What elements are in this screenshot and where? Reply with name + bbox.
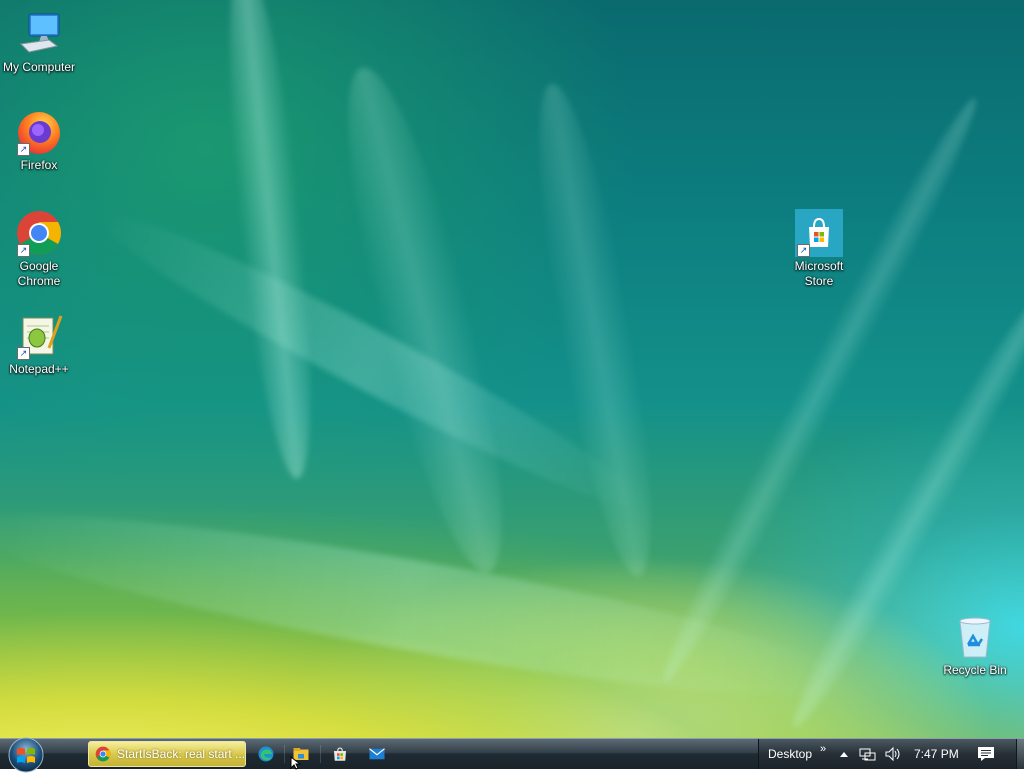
- taskbar-button-label: StartIsBack: real start ...: [117, 747, 245, 761]
- desktop-icon-label: Firefox: [20, 158, 58, 172]
- action-center-button[interactable]: [977, 739, 995, 769]
- shortcut-arrow-icon: ↗: [17, 143, 30, 156]
- desktop-icon-label: Recycle Bin: [943, 663, 1007, 677]
- store-icon: [334, 747, 346, 761]
- notification-icon: [978, 747, 994, 761]
- clock-time: 7:47 PM: [914, 747, 959, 761]
- computer-icon: [15, 10, 63, 58]
- store-icon: ↗: [795, 209, 843, 257]
- wallpaper-streak: [647, 89, 993, 691]
- recycle-bin-icon: [951, 613, 999, 661]
- desktop-icon-label: Microsoft Store: [794, 259, 844, 288]
- edge-icon: [258, 746, 274, 762]
- shortcut-arrow-icon: ↗: [17, 244, 30, 257]
- desktop[interactable]: My Computer ↗ Firefox ↗ Google Chrome ↗ …: [0, 0, 1024, 738]
- show-desktop-button[interactable]: [1016, 739, 1024, 769]
- volume-icon: [885, 746, 900, 762]
- desktop-icon-my-computer[interactable]: My Computer: [0, 10, 78, 75]
- pinned-store[interactable]: [328, 743, 352, 765]
- mail-icon: [369, 748, 385, 760]
- pinned-mail[interactable]: [365, 743, 389, 765]
- desktop-toolbar[interactable]: Desktop »: [768, 739, 826, 769]
- network-tray-button[interactable]: [859, 739, 877, 769]
- chrome-icon: [95, 746, 111, 762]
- show-hidden-icons-button[interactable]: [839, 739, 849, 769]
- system-tray: Desktop » 7:47 PM: [758, 739, 1024, 769]
- wallpaper-streak: [212, 0, 328, 482]
- desktop-icon-label: Google Chrome: [17, 259, 61, 288]
- volume-tray-button[interactable]: [884, 739, 902, 769]
- desktop-icon-recycle-bin[interactable]: Recycle Bin: [936, 613, 1014, 678]
- taskbar-separator: [320, 745, 321, 763]
- pinned-edge[interactable]: [254, 743, 278, 765]
- notepadpp-icon: ↗: [15, 312, 63, 360]
- desktop-icon-label: My Computer: [2, 60, 76, 74]
- toolbar-chevron-icon: »: [820, 743, 827, 755]
- taskbar-button-chrome[interactable]: StartIsBack: real start ...: [88, 741, 246, 767]
- desktop-icon-label: Notepad++: [9, 362, 69, 376]
- start-button[interactable]: [6, 735, 46, 773]
- desktop-icon-microsoft-store[interactable]: ↗ Microsoft Store: [780, 209, 858, 289]
- firefox-icon: ↗: [15, 108, 63, 156]
- wallpaper-streak: [517, 77, 673, 583]
- taskbar-separator: [284, 745, 285, 763]
- desktop-icon-notepadpp[interactable]: ↗ Notepad++: [0, 312, 78, 377]
- desktop-icon-firefox[interactable]: ↗ Firefox: [0, 108, 78, 173]
- chevron-up-icon: [840, 752, 848, 757]
- desktop-icon-google-chrome[interactable]: ↗ Google Chrome: [0, 209, 78, 289]
- taskbar: StartIsBack: real start ... Desktop » 7:…: [0, 737, 1024, 773]
- desktop-toolbar-label: Desktop: [768, 747, 813, 761]
- shortcut-arrow-icon: ↗: [797, 244, 810, 257]
- start-orb-icon: [8, 737, 44, 773]
- shortcut-arrow-icon: ↗: [17, 347, 30, 360]
- clock[interactable]: 7:47 PM: [914, 739, 959, 769]
- chrome-icon: ↗: [15, 209, 63, 257]
- network-icon: [859, 748, 876, 761]
